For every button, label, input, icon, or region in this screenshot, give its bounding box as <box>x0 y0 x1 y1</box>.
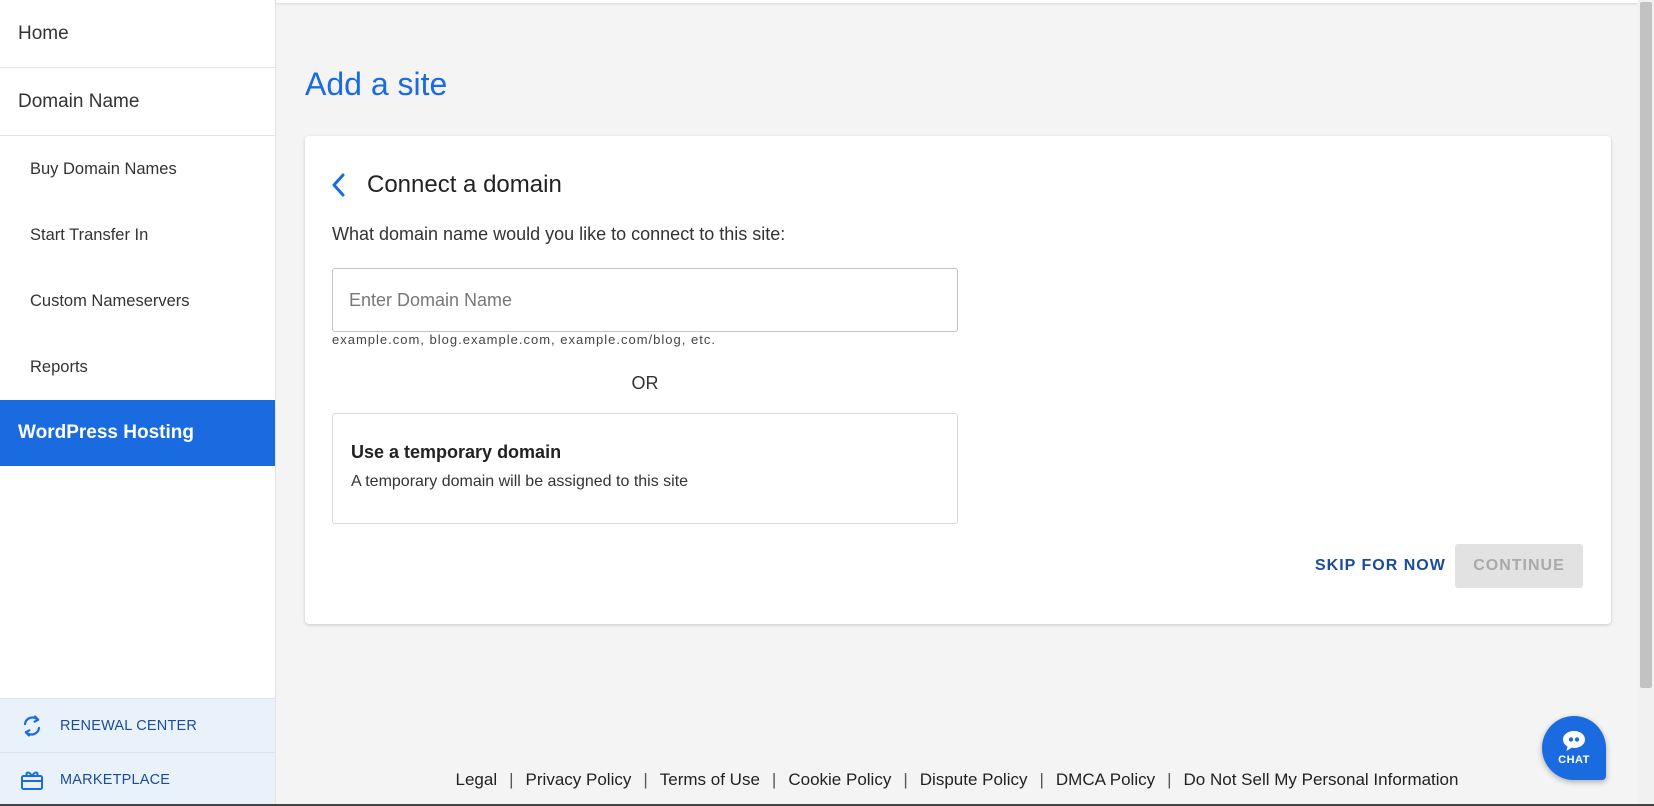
footer: Legal | Privacy Policy | Terms of Use | Cookie… <box>276 770 1638 790</box>
app-root: Home Domain Name Buy Domain Names Start … <box>0 0 1654 806</box>
footer-separator: | <box>643 770 648 789</box>
temporary-domain-option[interactable]: Use a temporary domain A temporary domai… <box>332 413 958 524</box>
footer-separator: | <box>509 770 514 789</box>
sidebar-item-wordpress-hosting[interactable]: WordPress Hosting <box>0 400 275 466</box>
sidebar-item-start-transfer-in[interactable]: Start Transfer In <box>0 202 275 268</box>
sidebar-item-home[interactable]: Home <box>0 0 275 68</box>
footer-separator: | <box>1167 770 1172 789</box>
header-bar <box>276 0 1638 3</box>
domain-question: What domain name would you like to conne… <box>332 224 786 244</box>
footer-link-cookie-policy[interactable]: Cookie Policy <box>788 770 891 789</box>
chat-label: CHAT <box>1558 754 1590 766</box>
page-title: Add a site <box>305 66 448 102</box>
footer-separator: | <box>903 770 908 789</box>
footer-link-do-not-sell[interactable]: Do Not Sell My Personal Information <box>1184 770 1459 789</box>
scrollbar-thumb[interactable] <box>1640 2 1652 688</box>
footer-link-terms-of-use[interactable]: Terms of Use <box>660 770 760 789</box>
card-title: Connect a domain <box>367 171 562 198</box>
sidebar-bottom: RENEWAL CENTER MARKETPLACE <box>0 698 275 806</box>
skip-for-now-button[interactable]: SKIP FOR NOW <box>1299 544 1462 588</box>
chat-bubble-icon <box>1563 731 1585 751</box>
footer-link-dispute-policy[interactable]: Dispute Policy <box>920 770 1028 789</box>
back-button[interactable] <box>331 170 355 200</box>
continue-button[interactable]: CONTINUE <box>1455 544 1583 588</box>
page-scrollbar[interactable] <box>1638 0 1654 806</box>
temporary-domain-title: Use a temporary domain <box>351 442 562 462</box>
renewal-center-label: RENEWAL CENTER <box>60 717 198 734</box>
footer-separator: | <box>1039 770 1044 789</box>
domain-hint: example.com, blog.example.com, example.c… <box>332 332 716 347</box>
footer-separator: | <box>771 770 777 789</box>
sidebar-item-buy-domain-names[interactable]: Buy Domain Names <box>0 136 275 202</box>
gift-icon <box>20 768 44 792</box>
temporary-domain-description: A temporary domain will be assigned to t… <box>351 473 689 490</box>
chevron-left-icon <box>332 173 345 197</box>
footer-link-dmca-policy[interactable]: DMCA Policy <box>1056 770 1155 789</box>
footer-link-legal[interactable]: Legal <box>456 770 498 789</box>
chat-button[interactable]: CHAT <box>1542 716 1606 780</box>
footer-link-privacy-policy[interactable]: Privacy Policy <box>526 770 632 789</box>
sidebar-item-reports[interactable]: Reports <box>0 334 275 400</box>
renewal-center-link[interactable]: RENEWAL CENTER <box>0 698 275 752</box>
or-divider: OR <box>631 373 659 393</box>
sidebar: Home Domain Name Buy Domain Names Start … <box>0 0 276 806</box>
marketplace-label: MARKETPLACE <box>60 771 171 788</box>
domain-name-input[interactable] <box>332 268 958 332</box>
connect-domain-card: Connect a domain What domain name would … <box>305 136 1611 624</box>
refresh-icon <box>20 714 44 738</box>
marketplace-link[interactable]: MARKETPLACE <box>0 752 275 806</box>
sidebar-item-custom-nameservers[interactable]: Custom Nameservers <box>0 268 275 334</box>
card-header: Connect a domain <box>331 170 562 200</box>
sidebar-item-domain-name[interactable]: Domain Name <box>0 68 275 136</box>
